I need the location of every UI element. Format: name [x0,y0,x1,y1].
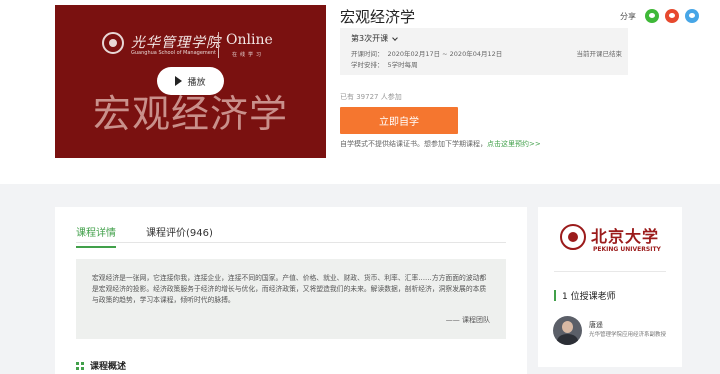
play-button[interactable]: 播放 [157,67,224,95]
tab-divider [76,242,506,243]
schedule-row: 学时安排： 5学时每周 [351,59,418,69]
reserve-link[interactable]: 点击这里预约>> [487,140,541,148]
session-label: 第3次开课 [351,34,389,43]
share-bar: 分享 [620,9,699,23]
course-time-row: 开课时间： 2020年02月17日 ~ 2020年04月12日 [351,48,502,58]
time-label: 开课时间： [351,50,384,58]
session-select[interactable]: 第3次开课 [351,33,398,44]
enrolled-count: 已有 39727 人参加 [340,93,402,101]
logo-online-sub: 在线学习 [232,52,265,58]
share-label: 分享 [620,11,636,21]
video-player[interactable]: 光华管理学院 Guanghua School of Management Onl… [55,5,326,158]
time-value: 2020年02月17日 ~ 2020年04月12日 [387,50,503,58]
course-title: 宏观经济学 [340,8,416,26]
tab-details[interactable]: 课程详情 [76,224,116,248]
tab-bar: 课程详情 课程评价(946) [76,224,213,248]
weibo-icon[interactable] [665,9,679,23]
sidebar-divider [554,271,666,272]
avatar[interactable] [553,316,582,345]
teachers-heading-text: 1 位授课老师 [562,292,616,302]
school-name-en: PEKING UNIVERSITY [593,246,661,253]
wechat-icon[interactable] [645,9,659,23]
logo-divider [218,32,219,58]
intro-box: 宏观经济是一张网，它连接你我，连接企业，连接不同的国家。产值、价格、就业、财政、… [76,259,506,339]
teacher-description: 光华管理学院应用经济系副教授 [589,332,667,338]
note-text: 自学模式不提供结课证书。想参加下学期课程， [340,140,487,148]
play-icon [175,76,183,86]
play-label: 播放 [187,77,206,88]
logo-cn: 光华管理学院 [131,35,221,51]
self-study-note: 自学模式不提供结课证书。想参加下学期课程，点击这里预约>> [340,139,541,149]
logo-online: Online [226,32,273,48]
heading-accent-bar [554,290,556,301]
course-header: 光华管理学院 Guanghua School of Management Onl… [0,0,720,184]
chevron-down-icon [392,34,398,41]
intro-signature: —— 课程团队 [445,316,490,324]
status-text: 当前开课已结束 [576,50,623,58]
sidebar-panel: 北京大学 PEKING UNIVERSITY 1 位授课老师 唐遥 光华管理学院… [538,207,682,367]
schedule-label: 学时安排： [351,61,384,69]
overview-title: 课程概述 [90,362,127,372]
logo-en: Guanghua School of Management [131,50,216,56]
intro-text: 宏观经济是一张网，它连接你我，连接企业，连接不同的国家。产值、价格、就业、财政、… [92,274,487,304]
pku-seal-icon [560,224,586,250]
schedule-value: 5学时每周 [387,61,418,69]
course-detail-panel: 课程详情 课程评价(946) 宏观经济是一张网，它连接你我，连接企业，连接不同的… [55,207,527,374]
teachers-heading: 1 位授课老师 [554,289,616,302]
session-info-box: 第3次开课 开课时间： 2020年02月17日 ~ 2020年04月12日 学时… [340,28,628,75]
enroll-button[interactable]: 立即自学 [340,107,458,134]
guanghua-seal-icon [102,32,124,54]
overview-heading: 课程概述 [76,359,126,372]
school-name-cn: 北京大学 [591,227,660,246]
qq-icon[interactable] [685,9,699,23]
tab-reviews[interactable]: 课程评价(946) [146,224,213,248]
grid-icon [76,361,84,370]
teacher-name[interactable]: 唐遥 [589,320,603,330]
